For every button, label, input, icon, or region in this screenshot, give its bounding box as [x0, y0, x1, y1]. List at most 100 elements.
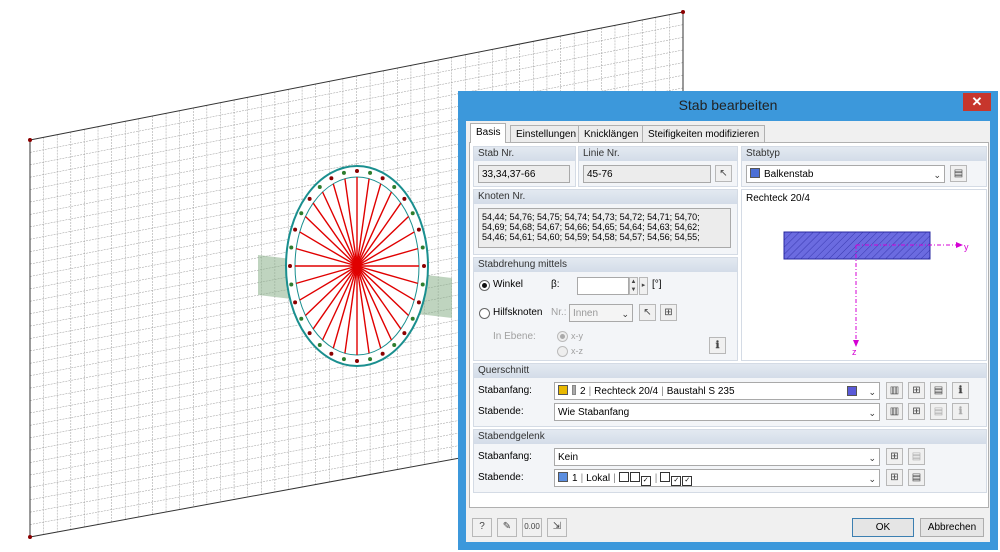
gelenk-ende-select[interactable]: 1 | Lokal | ✓ | ✓ ✓ ⌄: [554, 469, 880, 487]
edit-section-button-2[interactable]: ▤: [930, 403, 947, 420]
group-querschnitt: Querschnitt Stabanfang: 2 | Rechteck 20/4 |…: [473, 363, 987, 427]
edit-hinge-button-2[interactable]: ▤: [908, 469, 925, 486]
chevron-down-icon: ⌄: [621, 309, 629, 319]
new-section-icon: ⊞: [912, 406, 921, 417]
edit-note-icon: ✎: [502, 521, 512, 532]
new-hinge-button-2[interactable]: ⊞: [886, 469, 903, 486]
linie-nr-field[interactable]: 45-76: [583, 165, 711, 183]
beta-unit: [°]: [652, 279, 662, 290]
new-node-button[interactable]: ⊞: [660, 304, 677, 321]
edit-hinge-button[interactable]: ▤: [908, 448, 925, 465]
xz-label: x-z: [571, 346, 583, 356]
group-knoten: Knoten Nr. 54,44; 54,76; 54,75; 54,74; 5…: [473, 189, 738, 255]
chevron-down-icon: ⌄: [933, 170, 941, 180]
linie-nr-label: Linie Nr.: [579, 147, 737, 161]
knoten-field[interactable]: 54,44; 54,76; 54,75; 54,74; 54,73; 54,72…: [478, 208, 731, 248]
pick-node-button[interactable]: ↖: [639, 304, 656, 321]
edit-stabtyp-button[interactable]: ▤: [950, 165, 967, 182]
edit-icon: ▤: [933, 385, 944, 396]
close-button[interactable]: ✕: [963, 93, 991, 111]
axis-z-label: z: [852, 347, 857, 357]
xz-radio[interactable]: [557, 346, 568, 357]
qs-ende-select[interactable]: Wie Stabanfang ⌄: [554, 403, 880, 421]
stabtyp-value: Balkenstab: [764, 169, 814, 180]
gelenk-label: Stabendgelenk: [474, 430, 986, 444]
rotation-label: Stabdrehung mittels: [474, 258, 737, 272]
nr-value: Innen: [573, 308, 599, 319]
winkel-radio[interactable]: [479, 280, 490, 291]
nr-select[interactable]: Innen ⌄: [569, 304, 633, 322]
qs-color-swatch: [558, 385, 568, 395]
beta-spinner[interactable]: ▲ ▼: [629, 277, 638, 295]
corner-node-tl: [28, 138, 32, 142]
new-node-icon: ⊞: [664, 307, 673, 318]
querschnitt-label: Querschnitt: [474, 364, 986, 378]
tab-steifigkeiten[interactable]: Steifigkeiten modifizieren: [642, 125, 766, 143]
units-button[interactable]: 0.00: [522, 518, 542, 537]
stabtyp-color-swatch: [750, 168, 760, 178]
qs-anfang-select[interactable]: 2 | Rechteck 20/4 | Baustahl S 235 ⌄: [554, 382, 880, 400]
knoten-line-3: 54,46; 54,61; 54,60; 54,59; 54,58; 54,57…: [482, 232, 700, 242]
select-button[interactable]: ⇲: [547, 518, 567, 537]
material-color-swatch: [847, 386, 857, 396]
new-section-icon: ⊞: [912, 385, 921, 396]
group-gelenk: Stabendgelenk Stabanfang: Kein ⌄ ⊞ ▤ Stab…: [473, 429, 987, 493]
stabtyp-select[interactable]: Balkenstab ⌄: [746, 165, 945, 183]
edit-member-dialog: Stab bearbeiten ✕ Basis Einstellungen Kn…: [458, 91, 998, 550]
new-section-button[interactable]: ⊞: [908, 382, 925, 399]
gelenk-anfang-select[interactable]: Kein ⌄: [554, 448, 880, 466]
library-button-2[interactable]: ▥: [886, 403, 903, 420]
beta-menu-button[interactable]: ▸: [639, 277, 648, 295]
new-hinge-button[interactable]: ⊞: [886, 448, 903, 465]
section-drawing: [783, 231, 963, 347]
library-button[interactable]: ▥: [886, 382, 903, 399]
dialog-title-bar[interactable]: Stab bearbeiten ✕: [458, 91, 998, 119]
info-icon[interactable]: ℹ: [952, 382, 969, 399]
chevron-down-icon: ⌄: [868, 408, 876, 418]
edit-icon: ▤: [911, 451, 922, 462]
ok-button[interactable]: OK: [852, 518, 914, 537]
info-icon[interactable]: ℹ: [952, 403, 969, 420]
help-icon: ?: [479, 521, 485, 532]
hilfsknoten-label: Hilfsknoten: [493, 307, 543, 318]
new-hinge-icon: ⊞: [890, 451, 899, 462]
library-icon: ▥: [889, 385, 900, 396]
stab-nr-field[interactable]: 33,34,37-66: [478, 165, 570, 183]
tab-basis[interactable]: Basis: [470, 123, 507, 143]
winkel-label: Winkel: [493, 279, 524, 290]
corner-node-tr: [681, 10, 685, 14]
tab-page-basis: Stab Nr. 33,34,37-66 Linie Nr. 45-76 ↖ S…: [469, 142, 989, 508]
hilfsknoten-radio[interactable]: [479, 308, 490, 319]
member-spokes: [288, 169, 426, 363]
beta-input[interactable]: [577, 277, 629, 295]
qs-anfang-label: Stabanfang:: [478, 385, 532, 396]
select-members-icon: ⇲: [552, 521, 562, 532]
cancel-button[interactable]: Abbrechen: [920, 518, 984, 537]
new-section-button-2[interactable]: ⊞: [908, 403, 925, 420]
qs-anfang-mat: Baustahl S 235: [666, 386, 735, 397]
xy-radio[interactable]: [557, 331, 568, 342]
tab-knicklaengen[interactable]: Knicklängen: [578, 125, 645, 143]
gelenk-anfang-value: Kein: [558, 452, 579, 463]
knoten-label: Knoten Nr.: [474, 190, 737, 204]
comment-button[interactable]: ✎: [497, 518, 517, 537]
units-icon: 0.00: [524, 522, 540, 531]
edit-icon: ▤: [953, 168, 964, 179]
stabtyp-label: Stabtyp: [742, 147, 986, 161]
help-button[interactable]: ?: [472, 518, 492, 537]
edit-section-button[interactable]: ▤: [930, 382, 947, 399]
tab-einstellungen[interactable]: Einstellungen: [510, 125, 583, 143]
info-icon[interactable]: ℹ: [709, 337, 726, 354]
hinge-color-swatch: [558, 472, 568, 482]
edit-icon: ▤: [911, 472, 922, 483]
group-stab-nr: Stab Nr. 33,34,37-66: [473, 146, 576, 187]
beta-label: β:: [551, 279, 560, 290]
knoten-line-2: 54,69; 54,68; 54,67; 54,66; 54,65; 54,64…: [482, 222, 700, 232]
new-hinge-icon: ⊞: [890, 472, 899, 483]
xy-label: x-y: [571, 331, 583, 341]
pick-line-button[interactable]: ↖: [715, 165, 732, 182]
stab-nr-label: Stab Nr.: [474, 147, 575, 161]
pick-cursor-icon: ↖: [719, 168, 728, 179]
hinge-rotation-checks: ✓ ✓: [660, 472, 693, 486]
library-icon: ▥: [889, 406, 900, 417]
